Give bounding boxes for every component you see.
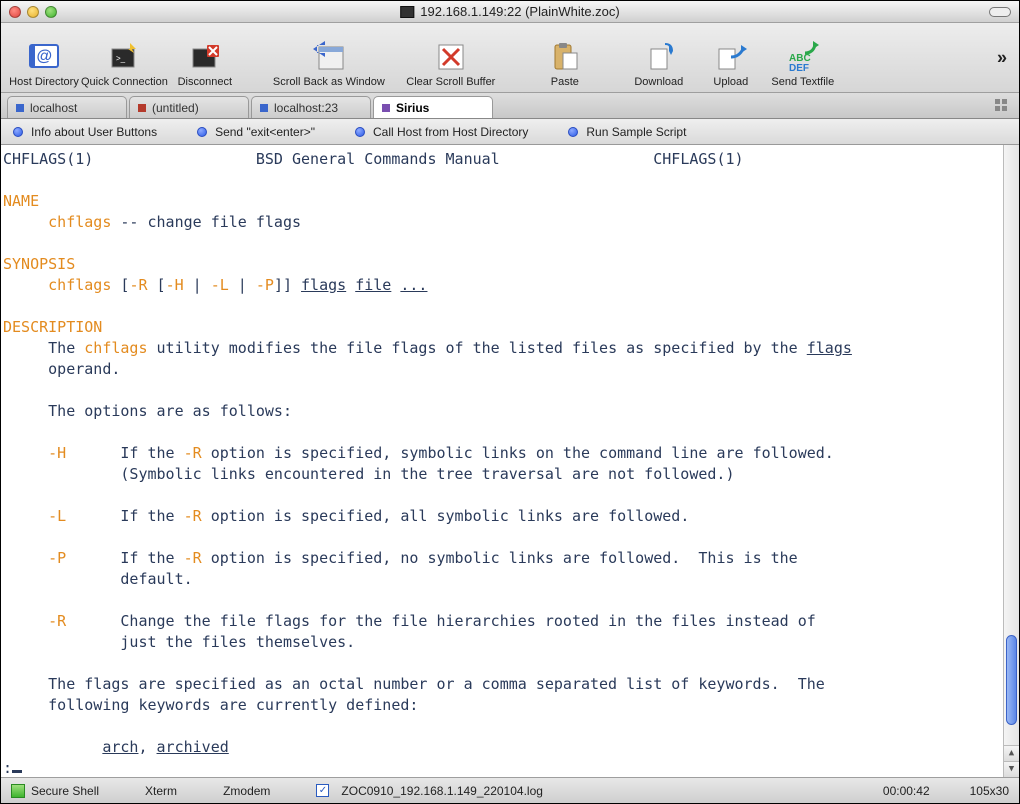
user-button-label: Run Sample Script (586, 125, 686, 139)
toolbar-overflow-button[interactable]: » (997, 47, 1007, 68)
user-button-bar: Info about User Buttons Send "exit<enter… (1, 119, 1019, 145)
upload-icon (713, 38, 749, 74)
toolbar-label: Clear Scroll Buffer (406, 76, 495, 88)
user-button-run-script[interactable]: Run Sample Script (568, 125, 686, 139)
status-term: Xterm (145, 784, 177, 798)
window-controls (1, 6, 57, 18)
svg-text:DEF: DEF (789, 63, 809, 73)
tab-status-icon (16, 104, 24, 112)
zoom-window-button[interactable] (45, 6, 57, 18)
toolbar-label: Scroll Back as Window (273, 76, 385, 88)
bullet-icon (355, 127, 365, 137)
tab-bar: localhost (untitled) localhost:23 Sirius (1, 93, 1019, 119)
tab-localhost23[interactable]: localhost:23 (251, 96, 371, 118)
bullet-icon (197, 127, 207, 137)
toolbar-label: Disconnect (178, 76, 232, 88)
download-button[interactable]: Download (624, 28, 694, 88)
tab-status-icon (260, 104, 268, 112)
status-proto: Zmodem (223, 784, 270, 798)
tab-status-icon (382, 104, 390, 112)
terminal-icon (400, 6, 414, 18)
clear-scroll-icon (433, 38, 469, 74)
status-bar: Secure Shell Xterm Zmodem ✓ ZOC0910_192.… (1, 777, 1019, 803)
tab-grid-button[interactable] (995, 99, 1009, 113)
window-title: 192.168.1.149:22 (PlainWhite.zoc) (400, 4, 619, 19)
tab-status-icon (138, 104, 146, 112)
user-button-call-host[interactable]: Call Host from Host Directory (355, 125, 528, 139)
log-check-icon: ✓ (316, 784, 329, 797)
tab-sirius[interactable]: Sirius (373, 96, 493, 118)
toolbar-label: Host Directory (9, 76, 79, 88)
user-button-send-exit[interactable]: Send "exit<enter>" (197, 125, 315, 139)
user-button-label: Call Host from Host Directory (373, 125, 528, 139)
status-shell: Secure Shell (31, 784, 99, 798)
disconnect-button[interactable]: Disconnect (170, 28, 240, 88)
paste-button[interactable]: Paste (530, 28, 600, 88)
tab-untitled[interactable]: (untitled) (129, 96, 249, 118)
tab-localhost[interactable]: localhost (7, 96, 127, 118)
paste-icon (547, 38, 583, 74)
tab-label: (untitled) (152, 101, 199, 115)
toolbar-label: Send Textfile (771, 76, 834, 88)
upload-button[interactable]: Upload (696, 28, 766, 88)
status-time: 00:00:42 (883, 784, 930, 798)
connection-status-icon (11, 784, 25, 798)
minimize-window-button[interactable] (27, 6, 39, 18)
toolbar-label: Quick Connection (81, 76, 168, 88)
quick-connection-icon: >_ (106, 38, 142, 74)
titlebar: 192.168.1.149:22 (PlainWhite.zoc) (1, 1, 1019, 23)
close-window-button[interactable] (9, 6, 21, 18)
bullet-icon (568, 127, 578, 137)
quick-connection-button[interactable]: >_ Quick Connection (81, 28, 168, 88)
scroll-back-button[interactable]: Scroll Back as Window (264, 28, 394, 88)
tab-label: localhost (30, 101, 77, 115)
status-size: 105x30 (970, 784, 1009, 798)
bullet-icon (13, 127, 23, 137)
download-icon (641, 38, 677, 74)
send-textfile-icon: ABCDEF (785, 38, 821, 74)
tab-label: Sirius (396, 101, 429, 115)
host-directory-button[interactable]: @ Host Directory (9, 28, 79, 88)
clear-scroll-button[interactable]: Clear Scroll Buffer (396, 28, 506, 88)
svg-text:@: @ (36, 48, 52, 65)
scroll-down-button[interactable]: ▼ (1004, 761, 1019, 777)
toolbar: @ Host Directory >_ Quick Connection Dis… (1, 23, 1019, 93)
toolbar-label: Upload (713, 76, 748, 88)
user-button-label: Info about User Buttons (31, 125, 157, 139)
terminal[interactable]: CHFLAGS(1) BSD General Commands Manual C… (1, 145, 1019, 777)
scroll-thumb[interactable] (1006, 635, 1017, 725)
svg-text:>_: >_ (116, 54, 126, 63)
toolbar-label: Download (634, 76, 683, 88)
toolbar-toggle-button[interactable] (989, 7, 1011, 17)
terminal-content[interactable]: CHFLAGS(1) BSD General Commands Manual C… (1, 145, 1003, 777)
user-button-info[interactable]: Info about User Buttons (13, 125, 157, 139)
toolbar-label: Paste (551, 76, 579, 88)
user-button-label: Send "exit<enter>" (215, 125, 315, 139)
tab-label: localhost:23 (274, 101, 338, 115)
disconnect-icon (187, 38, 223, 74)
status-logfile: ZOC0910_192.168.1.149_220104.log (341, 784, 543, 798)
host-directory-icon: @ (26, 38, 62, 74)
cursor (12, 770, 22, 773)
window-title-text: 192.168.1.149:22 (PlainWhite.zoc) (420, 4, 619, 19)
scrollbar[interactable]: ▲ ▼ (1003, 145, 1019, 777)
scroll-back-icon (311, 38, 347, 74)
send-textfile-button[interactable]: ABCDEF Send Textfile (768, 28, 838, 88)
